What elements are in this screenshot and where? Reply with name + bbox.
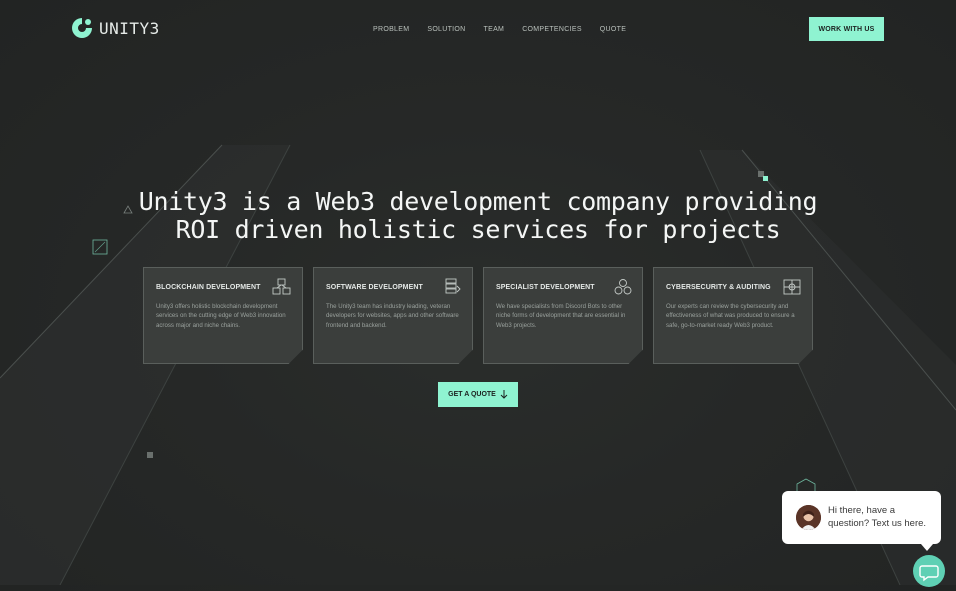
blockchain-cubes-icon: [272, 278, 291, 295]
chat-message: Hi there, have a question? Text us here.: [828, 505, 927, 529]
network-shield-icon: [783, 279, 801, 295]
card-specialist-development: SPECIALIST DEVELOPMENT We have specialis…: [483, 267, 643, 364]
card-description: We have specialists from Discord Bots to…: [496, 303, 626, 329]
get-a-quote-label: GET A QUOTE: [448, 391, 496, 398]
chat-launcher-button[interactable]: [913, 555, 945, 587]
nav-item-competencies[interactable]: COMPETENCIES: [522, 26, 582, 33]
main-nav: PROBLEM SOLUTION TEAM COMPETENCIES QUOTE: [373, 26, 626, 33]
chat-icon: [919, 565, 939, 582]
agent-avatar: [796, 505, 821, 530]
card-blockchain-development: BLOCKCHAIN DEVELOPMENT Unity3 offers hol…: [143, 267, 303, 364]
server-code-icon: [445, 278, 461, 294]
modules-icon: [614, 279, 632, 295]
work-with-us-button[interactable]: WORK WITH US: [809, 17, 884, 41]
nav-item-problem[interactable]: PROBLEM: [373, 26, 409, 33]
nav-item-solution[interactable]: SOLUTION: [427, 26, 465, 33]
arrow-down-icon: [500, 390, 508, 399]
site-header: UNITY3 PROBLEM SOLUTION TEAM COMPETENCIE…: [0, 0, 956, 60]
logo-text: UNITY3: [99, 18, 160, 38]
services-cards: BLOCKCHAIN DEVELOPMENT Unity3 offers hol…: [143, 267, 813, 364]
card-description: Unity3 offers holistic blockchain develo…: [156, 303, 286, 329]
card-software-development: SOFTWARE DEVELOPMENT The Unity3 team has…: [313, 267, 473, 364]
logo[interactable]: UNITY3: [71, 17, 160, 39]
card-cybersecurity-auditing: CYBERSECURITY & AUDITING Our experts can…: [653, 267, 813, 364]
unity3-logo-icon: [72, 18, 92, 38]
card-description: The Unity3 team has industry leading, ve…: [326, 303, 459, 329]
get-a-quote-button[interactable]: GET A QUOTE: [438, 382, 518, 407]
card-description: Our experts can review the cybersecurity…: [666, 303, 795, 329]
card-title: BLOCKCHAIN DEVELOPMENT: [156, 284, 261, 291]
hero-heading: Unity3 is a Web3 development company pro…: [138, 187, 818, 244]
nav-item-team[interactable]: TEAM: [484, 26, 505, 33]
chat-prompt-bubble[interactable]: Hi there, have a question? Text us here.: [782, 491, 941, 551]
card-title: SPECIALIST DEVELOPMENT: [496, 284, 595, 291]
card-title: SOFTWARE DEVELOPMENT: [326, 284, 423, 291]
nav-item-quote[interactable]: QUOTE: [600, 26, 626, 33]
card-title: CYBERSECURITY & AUDITING: [666, 284, 771, 291]
